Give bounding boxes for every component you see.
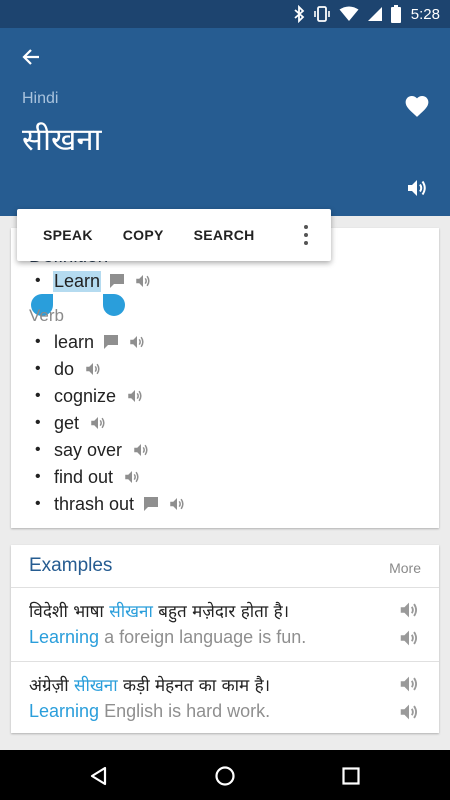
comment-icon[interactable] <box>143 496 159 512</box>
favorite-button[interactable] <box>404 94 434 122</box>
list-item: • do <box>35 357 103 381</box>
speaker-icon <box>400 676 418 692</box>
example-translation-text: Learning English is hard work. <box>29 701 271 721</box>
bluetooth-icon <box>294 5 305 23</box>
signal-icon <box>367 7 382 21</box>
speaker-icon[interactable] <box>125 387 145 405</box>
circle-home-icon <box>215 766 235 786</box>
status-time: 5:28 <box>410 5 440 23</box>
term-text[interactable]: learn <box>53 332 95 353</box>
term-text[interactable]: say over <box>53 440 123 461</box>
speak-example-translation-button[interactable] <box>397 701 423 725</box>
example-source-text: अंग्रेज़ी सीखना कड़ी मेहनत का काम है। <box>29 676 271 696</box>
speak-word-button[interactable] <box>404 176 434 204</box>
speaker-icon[interactable] <box>133 272 153 290</box>
arrow-left-icon <box>22 49 39 65</box>
speaker-icon[interactable] <box>167 495 187 513</box>
wifi-icon <box>339 6 359 21</box>
comment-icon[interactable] <box>103 334 119 350</box>
menu-item-copy[interactable]: COPY <box>108 227 179 243</box>
battery-icon <box>390 5 401 23</box>
examples-heading: Examples <box>29 555 113 576</box>
list-item: • find out <box>35 465 142 489</box>
triangle-back-icon <box>90 766 107 786</box>
square-recents-icon <box>342 767 360 785</box>
term-text[interactable]: get <box>53 413 80 434</box>
examples-card: Examples More विदेशी भाषा सीखना बहुत मज़… <box>11 545 439 733</box>
vibrate-icon <box>313 6 330 22</box>
language-label: Hindi <box>22 90 59 107</box>
term-text[interactable]: do <box>53 359 75 380</box>
speak-example-source-button[interactable] <box>397 673 423 697</box>
speak-example-translation-button[interactable] <box>397 627 423 651</box>
list-item: • get <box>35 411 108 435</box>
nav-home-button[interactable] <box>212 763 238 789</box>
speaker-icon <box>400 630 418 646</box>
menu-item-speak[interactable]: SPEAK <box>17 227 108 243</box>
word-title: सीखना <box>22 122 102 158</box>
top-term: • Learn <box>35 269 153 293</box>
nav-back-button[interactable] <box>86 763 112 789</box>
speaker-icon[interactable] <box>88 414 108 432</box>
speaker-icon[interactable] <box>83 360 103 378</box>
app-header: Hindi सीखना <box>0 28 450 216</box>
heart-icon <box>405 96 429 117</box>
status-bar: 5:28 <box>0 0 450 28</box>
divider <box>11 587 439 588</box>
term-text[interactable]: thrash out <box>53 494 135 515</box>
list-item: • say over <box>35 438 151 462</box>
term-text[interactable]: find out <box>53 467 114 488</box>
selection-handle-end[interactable] <box>103 294 125 316</box>
comment-icon[interactable] <box>109 273 125 289</box>
more-vert-icon[interactable] <box>301 225 311 245</box>
speaker-icon <box>408 180 426 196</box>
menu-item-search[interactable]: SEARCH <box>179 227 270 243</box>
list-item: • cognize <box>35 384 145 408</box>
example-translation-text: Learning a foreign language is fun. <box>29 627 307 647</box>
speaker-icon[interactable] <box>122 468 142 486</box>
part-of-speech-label: Verb <box>29 306 64 325</box>
nav-recents-button[interactable] <box>338 763 364 789</box>
divider <box>11 661 439 662</box>
speaker-icon[interactable] <box>131 441 151 459</box>
term-text[interactable]: cognize <box>53 386 117 407</box>
selected-term-text[interactable]: Learn <box>53 270 102 292</box>
speaker-icon <box>400 704 418 720</box>
list-item: • thrash out <box>35 492 187 516</box>
list-item: • learn <box>35 330 147 354</box>
speaker-icon <box>400 602 418 618</box>
speaker-icon[interactable] <box>127 333 147 351</box>
example-source-text: विदेशी भाषा सीखना बहुत मज़ेदार होता है। <box>29 602 290 622</box>
back-button[interactable] <box>16 42 46 72</box>
navigation-bar <box>0 750 450 800</box>
speak-example-source-button[interactable] <box>397 599 423 623</box>
definition-card: Definition • Learn Verb • learn • do • c… <box>11 228 439 528</box>
more-examples-link[interactable]: More <box>389 560 421 576</box>
text-selection-menu: SPEAK COPY SEARCH <box>17 209 331 261</box>
